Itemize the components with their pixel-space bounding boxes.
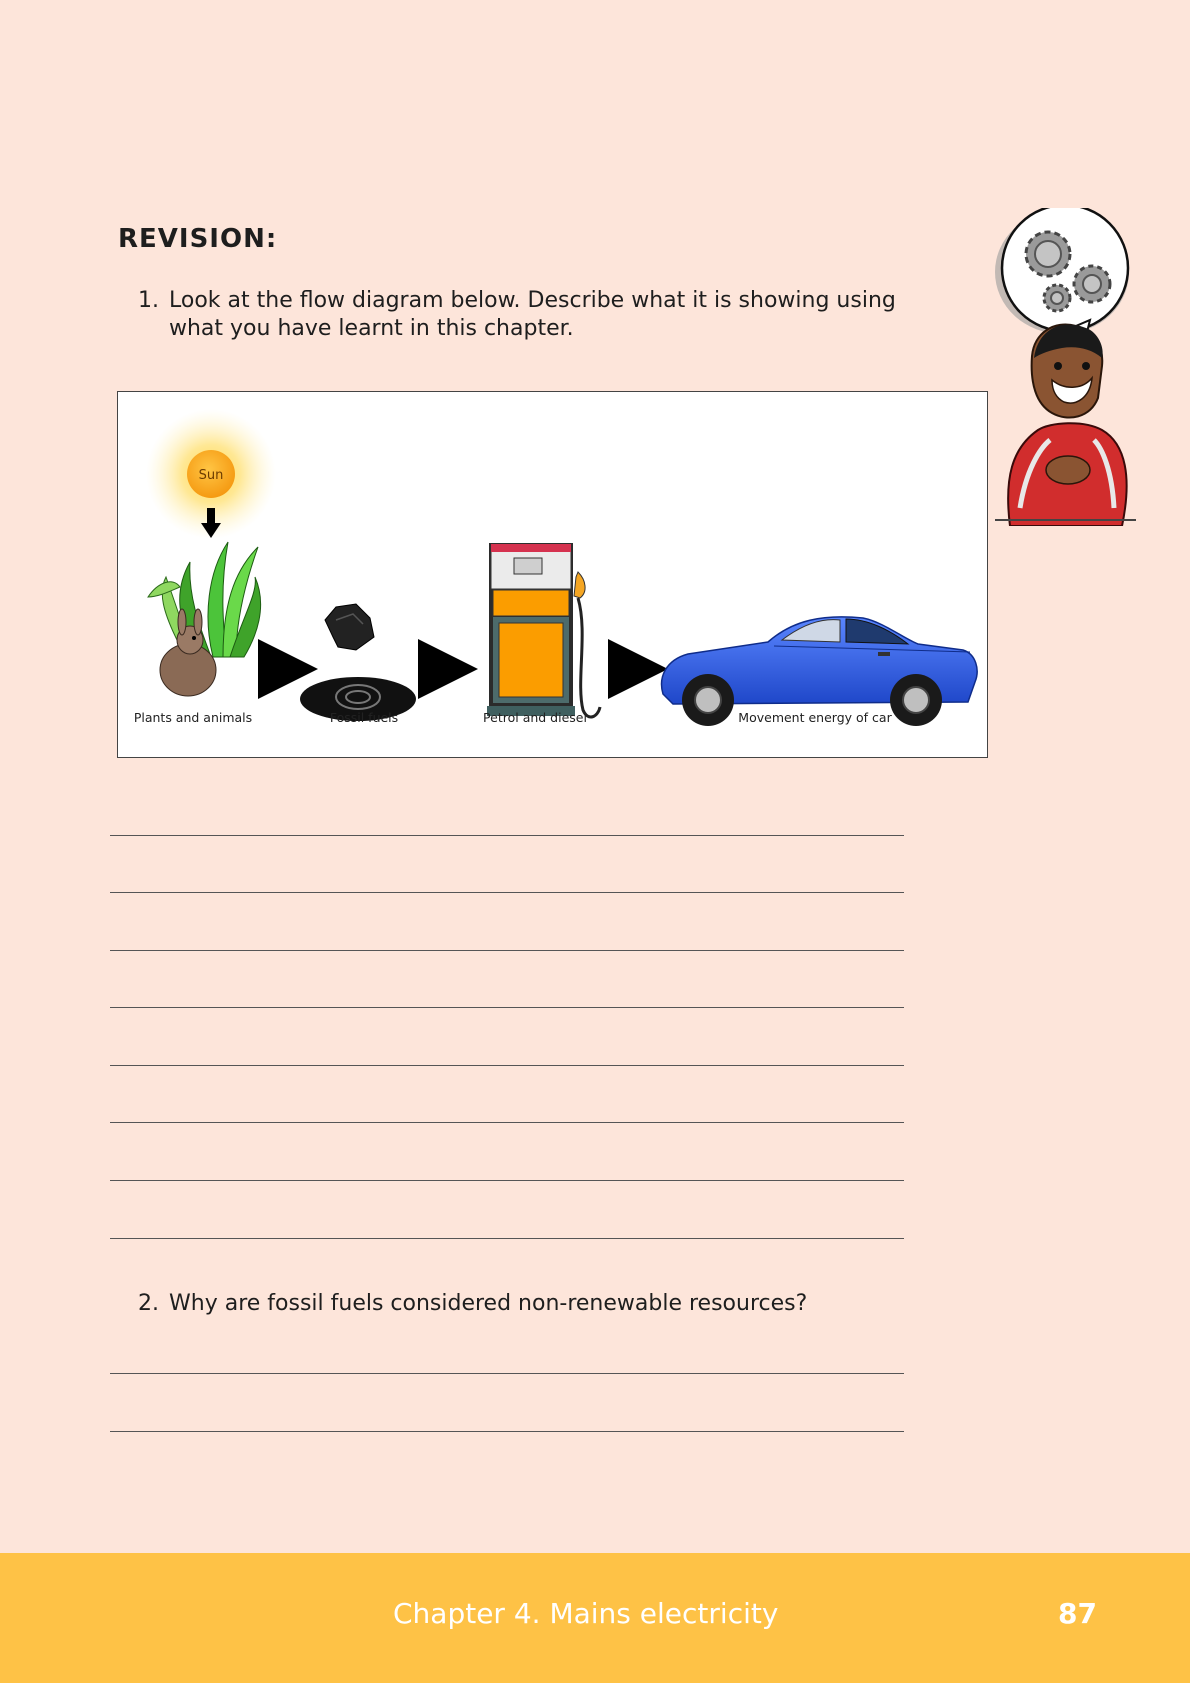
- mascot-thinking-icon: [995, 208, 1136, 526]
- question-2-text: Why are fossil fuels considered non-rene…: [169, 1291, 808, 1316]
- question-1: 1. Look at the flow diagram below. Descr…: [138, 287, 918, 347]
- answer-line[interactable]: [110, 1180, 904, 1181]
- question-1-number: 1.: [138, 288, 159, 313]
- flow-diagram: Sun Plants and animals Fossil fuels Petr…: [117, 391, 988, 758]
- stage-label-fossil-fuels: Fossil fuels: [329, 710, 399, 725]
- answer-line[interactable]: [110, 1238, 904, 1239]
- stage-label-plants-and-animals: Plants and animals: [133, 710, 253, 725]
- chapter-title: Chapter 4. Mains electricity: [393, 1597, 779, 1630]
- answer-line[interactable]: [110, 950, 904, 951]
- revision-heading: REVISION:: [118, 224, 278, 254]
- answer-line[interactable]: [110, 1122, 904, 1123]
- answer-line[interactable]: [110, 1431, 904, 1432]
- petrol-pump-icon: [487, 543, 602, 719]
- answer-line[interactable]: [110, 1065, 904, 1066]
- question-2-number: 2.: [138, 1291, 159, 1316]
- answer-line[interactable]: [110, 1007, 904, 1008]
- plant-icon: [147, 541, 262, 658]
- flow-diagram-illustration: Sun: [146, 409, 978, 726]
- stage-label-petrol-and-diesel: Petrol and diesel: [483, 710, 587, 725]
- stage-label-movement-energy-of-car: Movement energy of car: [738, 710, 892, 725]
- answer-line[interactable]: [110, 1373, 904, 1374]
- question-2: 2. Why are fossil fuels considered non-r…: [138, 1290, 918, 1320]
- coal-icon: [324, 603, 375, 651]
- answer-line[interactable]: [110, 835, 904, 836]
- answer-line[interactable]: [110, 892, 904, 893]
- sun-label: Sun: [199, 468, 224, 483]
- question-1-text: Look at the flow diagram below. Describe…: [169, 288, 896, 341]
- page-number: 87: [1058, 1597, 1097, 1630]
